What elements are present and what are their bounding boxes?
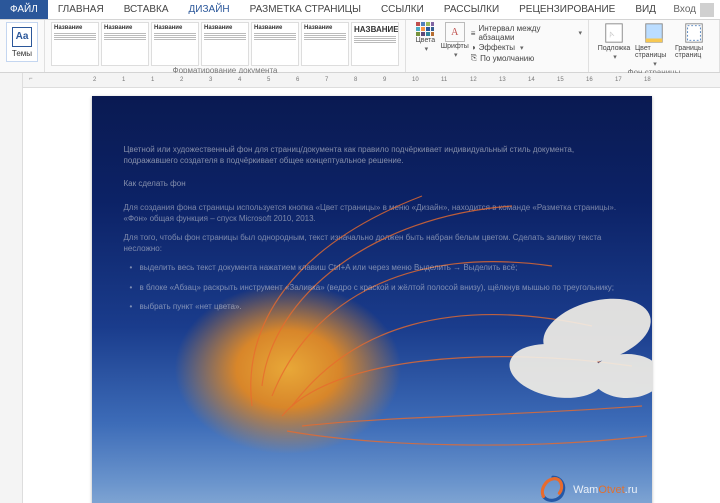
paragraph-spacing-button[interactable]: ≡Интервал между абзацами▾ [471,24,582,42]
tab-review[interactable]: РЕЦЕНЗИРОВАНИЕ [509,0,625,19]
doc-bullet: выбрать пункт «нет цвета». [124,301,620,312]
ruler-tick: 10 [412,77,419,83]
ruler-tick: 1 [151,77,154,83]
effects-button[interactable]: ◑Эффекты▾ [471,43,582,52]
doc-paragraph: Для того, чтобы фон страницы был однород… [124,232,620,254]
doc-bullet: выделить весь текст документа нажатием к… [124,262,620,273]
doc-paragraph: Для создания фона страницы используется … [124,202,620,224]
tab-bar: ФАЙЛ ГЛАВНАЯ ВСТАВКА ДИЗАЙН РАЗМЕТКА СТР… [0,0,720,20]
style-set[interactable]: НАЗВАНИЕ [351,22,399,66]
watermark-button[interactable]: A Подложка ▾ [595,22,633,68]
ruler-tick: 5 [267,77,270,83]
page: Цветной или художественный фон для стран… [92,96,652,503]
chevron-down-icon: ▾ [454,51,458,59]
ruler-tick: 16 [586,77,593,83]
set-default-button[interactable]: ⎘По умолчанию [471,53,582,63]
tab-selector[interactable]: ⌐ [29,76,33,82]
tab-design[interactable]: ДИЗАЙН [179,0,240,19]
chevron-down-icon: ▾ [653,60,657,68]
chevron-down-icon: ▾ [613,53,617,61]
themes-label: Темы [12,49,32,58]
logo-icon [537,474,569,503]
style-set[interactable]: Название [151,22,199,66]
chevron-down-icon: ▾ [578,29,582,37]
ruler-tick: 8 [354,77,357,83]
tab-insert[interactable]: ВСТАВКА [114,0,179,19]
doc-bullet: в блоке «Абзац» раскрыть инструмент «Зал… [124,282,620,293]
login-area[interactable]: Вход [673,0,720,19]
watermark-icon: A [603,22,625,44]
chevron-down-icon: ▾ [520,44,524,52]
group-doc-formatting: Название Название Название Название Назв… [45,20,406,72]
ribbon: Aa Темы Название Название Название Назва… [0,20,720,73]
ruler-tick: 2 [180,77,183,83]
ruler-tick: 1 [122,77,125,83]
ruler-tick: 3 [209,77,212,83]
doc-paragraph: Цветной или художественный фон для стран… [124,144,620,166]
themes-icon: Aa [12,27,32,47]
default-icon: ⎘ [471,53,477,63]
ruler-tick: 9 [383,77,386,83]
ruler-tick: 14 [528,77,535,83]
doc-heading: Как сделать фон [124,178,620,189]
document-workspace[interactable]: Цветной или художественный фон для стран… [23,88,720,503]
tab-view[interactable]: ВИД [625,0,666,19]
tab-mailings[interactable]: РАССЫЛКИ [434,0,509,19]
spacing-icon: ≡ [471,29,476,38]
group-colors-fonts: Цвета ▾ A Шрифты ▾ ≡Интервал между абзац… [406,20,589,72]
fonts-icon: A [445,22,465,42]
ruler-tick: 4 [238,77,241,83]
themes-button[interactable]: Aa Темы [6,22,38,62]
style-set[interactable]: Название [251,22,299,66]
tab-home[interactable]: ГЛАВНАЯ [48,0,114,19]
vertical-ruler[interactable] [0,73,23,503]
ruler-tick: 18 [644,77,651,83]
page-borders-button[interactable]: Границы страниц [675,22,713,68]
ruler-tick: 7 [325,77,328,83]
style-set[interactable]: Название [301,22,349,66]
tab-file[interactable]: ФАЙЛ [0,0,48,19]
ruler-tick: 15 [557,77,564,83]
page-color-icon [643,22,665,44]
ruler-tick: 2 [93,77,96,83]
avatar-icon [700,3,714,17]
logo-text: WamOtvet.ru [573,484,637,496]
ruler-tick: 17 [615,77,622,83]
ruler-tick: 12 [470,77,477,83]
ruler-tick: 13 [499,77,506,83]
group-page-background: A Подложка ▾ Цвет страницы ▾ Границы стр… [589,20,720,72]
site-watermark: WamOtvet.ru [537,474,637,503]
colors-button[interactable]: Цвета ▾ [412,22,439,53]
login-label: Вход [673,4,696,15]
horizontal-ruler[interactable]: ⌐ 21123456789101112131415161718 [23,73,720,88]
colors-icon [416,22,434,36]
style-set[interactable]: Название [101,22,149,66]
page-color-button[interactable]: Цвет страницы ▾ [635,22,673,68]
tab-page-layout[interactable]: РАЗМЕТКА СТРАНИЦЫ [240,0,371,19]
effects-icon: ◑ [471,43,476,52]
fonts-button[interactable]: A Шрифты ▾ [441,22,469,59]
ruler-tick: 11 [441,77,447,83]
chevron-down-icon: ▾ [425,45,429,53]
group-themes: Aa Темы [0,20,45,72]
style-set[interactable]: Название [51,22,99,66]
style-set[interactable]: Название [201,22,249,66]
tab-references[interactable]: ССЫЛКИ [371,0,434,19]
borders-icon [683,22,705,44]
ruler-tick: 6 [296,77,299,83]
